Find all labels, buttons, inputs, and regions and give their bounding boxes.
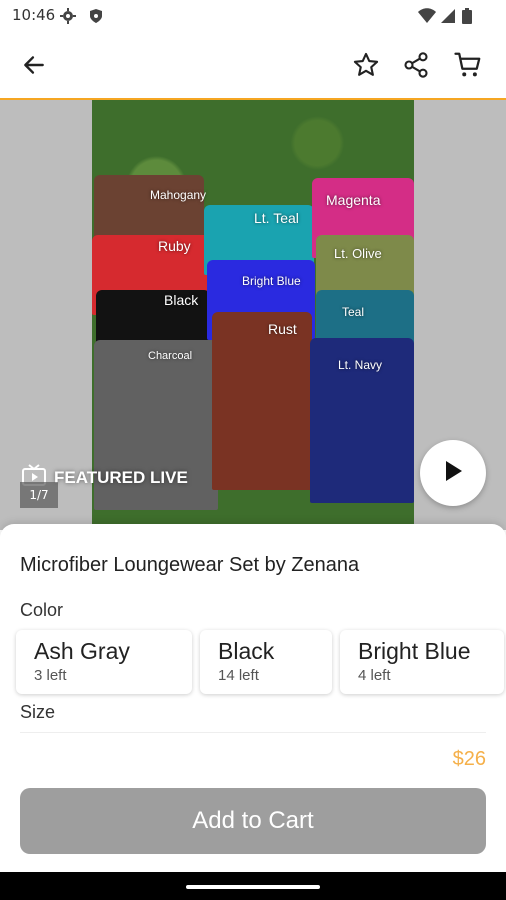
cart-icon[interactable] [448, 45, 488, 85]
shield-icon [88, 8, 104, 28]
color-options: Ash Gray 3 left Black 14 left Bright Blu… [16, 630, 504, 696]
size-label: Size [20, 702, 56, 722]
app-bar [0, 32, 506, 100]
add-to-cart-button[interactable]: Add to Cart [20, 788, 486, 854]
play-button[interactable] [420, 440, 486, 506]
color-stock: 3 left [34, 667, 67, 684]
system-nav-bar [0, 872, 506, 900]
shirt-label: Bright Blue [242, 274, 301, 288]
home-handle[interactable] [186, 885, 320, 889]
product-sheet: Microfiber Loungewear Set by Zenana Colo… [0, 524, 506, 872]
divider [20, 732, 486, 733]
gear-icon [60, 8, 76, 28]
shirt-label: Rust [268, 321, 297, 337]
share-icon[interactable] [396, 45, 436, 85]
shirt-label: Black [164, 292, 199, 308]
color-name: Black [218, 638, 275, 664]
play-icon [442, 459, 464, 487]
color-stock: 14 left [218, 667, 259, 684]
image-counter: 1/7 [20, 482, 58, 508]
battery-icon [462, 8, 472, 28]
shirt-label: Charcoal [148, 350, 193, 362]
color-name: Ash Gray [34, 638, 130, 664]
shirt-label: Lt. Olive [334, 246, 382, 261]
shirt-label: Lt. Navy [338, 358, 383, 372]
product-title: Microfiber Loungewear Set by Zenana [20, 554, 360, 576]
featured-live-label: FEATURED LIVE [54, 467, 188, 487]
color-option-ash-gray[interactable]: Ash Gray 3 left [16, 630, 192, 694]
color-option-bright-blue[interactable]: Bright Blue 4 left [340, 630, 504, 694]
star-icon[interactable] [346, 45, 386, 85]
wifi-icon [418, 8, 436, 28]
shirt-label: Magenta [326, 192, 381, 208]
color-label: Color [20, 600, 64, 620]
shirt-label: Teal [342, 305, 365, 319]
shirt-label: Lt. Teal [254, 210, 299, 226]
status-bar: 10:46 [0, 0, 506, 32]
color-stock: 4 left [358, 667, 391, 684]
color-name: Bright Blue [358, 638, 471, 664]
shirt-label: Ruby [158, 238, 191, 254]
signal-icon [440, 8, 456, 28]
status-time: 10:46 [12, 6, 56, 24]
color-option-black[interactable]: Black 14 left [200, 630, 332, 694]
shirt-label: Mahogany [150, 188, 207, 202]
price: $26 [452, 748, 486, 770]
back-arrow-icon[interactable] [14, 45, 54, 85]
